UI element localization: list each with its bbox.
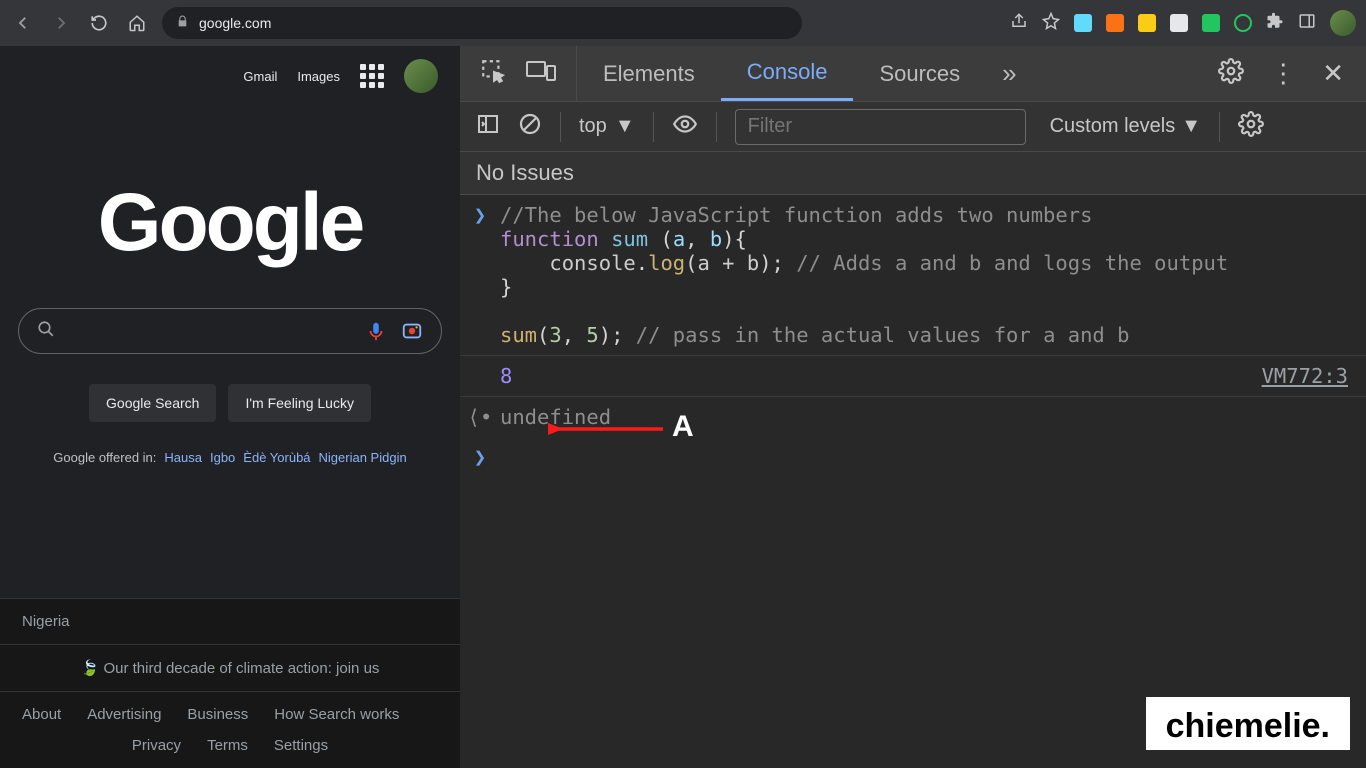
console-input-row: ❯ //The below JavaScript function adds t… bbox=[460, 195, 1366, 356]
lang-link-0[interactable]: Hausa bbox=[164, 450, 202, 465]
issues-bar[interactable]: No Issues bbox=[460, 152, 1366, 195]
live-expression-icon[interactable] bbox=[672, 111, 698, 143]
annotation-arrow bbox=[548, 419, 668, 439]
extension-icon-1[interactable] bbox=[1074, 14, 1092, 32]
footer-privacy[interactable]: Privacy bbox=[132, 737, 181, 754]
lock-icon bbox=[176, 15, 189, 31]
extension-icon-6[interactable] bbox=[1234, 14, 1252, 32]
tab-console[interactable]: Console bbox=[721, 46, 854, 101]
watermark: chiemelie. bbox=[1146, 697, 1350, 750]
devtools-tabs: Elements Console Sources » ⋮ ✕ bbox=[460, 46, 1366, 102]
execution-context-selector[interactable]: top ▼ bbox=[579, 115, 635, 138]
lens-search-icon[interactable] bbox=[401, 320, 423, 342]
footer-region: Nigeria bbox=[0, 598, 460, 644]
bookmark-star-icon[interactable] bbox=[1042, 12, 1060, 35]
footer-about[interactable]: About bbox=[22, 706, 61, 723]
footer-how-search[interactable]: How Search works bbox=[274, 706, 399, 723]
panel-icon[interactable] bbox=[1298, 12, 1316, 35]
search-box[interactable] bbox=[18, 308, 442, 354]
console-body: ❯ //The below JavaScript function adds t… bbox=[460, 195, 1366, 768]
extension-icon-5[interactable] bbox=[1202, 14, 1220, 32]
apps-grid-icon[interactable] bbox=[360, 64, 384, 88]
inspect-element-icon[interactable] bbox=[480, 58, 506, 89]
console-prompt-row[interactable]: ❯ bbox=[460, 437, 1366, 477]
console-output-row: 8 VM772:3 bbox=[460, 356, 1366, 397]
source-link[interactable]: VM772:3 bbox=[1262, 364, 1366, 388]
tab-elements[interactable]: Elements bbox=[577, 46, 721, 101]
code-input[interactable]: //The below JavaScript function adds two… bbox=[500, 203, 1366, 347]
google-search-button[interactable]: Google Search bbox=[89, 384, 216, 422]
devtools-close-icon[interactable]: ✕ bbox=[1322, 58, 1344, 89]
extension-icon-4[interactable] bbox=[1170, 14, 1188, 32]
extension-icon-2[interactable] bbox=[1106, 14, 1124, 32]
devtools: Elements Console Sources » ⋮ ✕ top ▼ bbox=[460, 46, 1366, 768]
lang-link-1[interactable]: Igbo bbox=[210, 450, 235, 465]
extension-icon-3[interactable] bbox=[1138, 14, 1156, 32]
chevron-down-icon: ▼ bbox=[1181, 115, 1201, 138]
footer-settings[interactable]: Settings bbox=[274, 737, 328, 754]
extensions-puzzle-icon[interactable] bbox=[1266, 12, 1284, 35]
devtools-settings-icon[interactable] bbox=[1218, 58, 1244, 89]
console-filter-input[interactable] bbox=[735, 109, 1026, 145]
reload-button[interactable] bbox=[86, 10, 112, 36]
climate-link[interactable]: Our third decade of climate action: join… bbox=[103, 660, 379, 677]
omnibox[interactable]: google.com bbox=[162, 7, 802, 39]
url-text: google.com bbox=[199, 15, 271, 31]
search-icon bbox=[37, 320, 55, 343]
console-sidebar-toggle-icon[interactable] bbox=[476, 112, 500, 142]
tab-more[interactable]: » bbox=[986, 46, 1032, 101]
clear-console-icon[interactable] bbox=[518, 112, 542, 142]
prompt-chevron-icon: ❯ bbox=[474, 203, 486, 227]
leaf-icon: 🍃 bbox=[81, 660, 100, 677]
footer-terms[interactable]: Terms bbox=[207, 737, 248, 754]
console-settings-icon[interactable] bbox=[1238, 111, 1264, 143]
google-header: Gmail Images bbox=[0, 46, 460, 106]
offered-label: Google offered in: bbox=[53, 450, 156, 465]
annotation-label: A bbox=[672, 410, 694, 444]
feeling-lucky-button[interactable]: I'm Feeling Lucky bbox=[228, 384, 371, 422]
footer-advertising[interactable]: Advertising bbox=[87, 706, 161, 723]
device-toggle-icon[interactable] bbox=[526, 58, 556, 89]
console-toolbar: top ▼ Custom levels ▼ bbox=[460, 102, 1366, 152]
share-icon[interactable] bbox=[1010, 12, 1028, 35]
voice-search-icon[interactable] bbox=[365, 320, 387, 342]
google-logo: Google bbox=[98, 176, 362, 270]
google-footer: Nigeria 🍃 Our third decade of climate ac… bbox=[0, 598, 460, 768]
tab-sources[interactable]: Sources bbox=[853, 46, 986, 101]
devtools-menu-icon[interactable]: ⋮ bbox=[1270, 58, 1296, 89]
gmail-link[interactable]: Gmail bbox=[243, 69, 277, 84]
profile-avatar[interactable] bbox=[1330, 10, 1356, 36]
back-button[interactable] bbox=[10, 10, 36, 36]
lang-link-3[interactable]: Nigerian Pidgin bbox=[319, 450, 407, 465]
offered-languages: Google offered in: Hausa Igbo Èdè Yorùbá… bbox=[0, 450, 460, 465]
forward-button[interactable] bbox=[48, 10, 74, 36]
return-chevron-icon: ⟨• bbox=[468, 405, 493, 429]
footer-business[interactable]: Business bbox=[187, 706, 248, 723]
google-page: Gmail Images Google Google Search I'm Fe bbox=[0, 46, 460, 768]
console-output-value: 8 bbox=[500, 364, 512, 388]
account-avatar[interactable] bbox=[404, 59, 438, 93]
lang-link-2[interactable]: Èdè Yorùbá bbox=[243, 450, 310, 465]
chevron-down-icon: ▼ bbox=[615, 115, 635, 138]
log-levels-selector[interactable]: Custom levels ▼ bbox=[1050, 115, 1201, 138]
browser-bar: google.com bbox=[0, 0, 1366, 46]
images-link[interactable]: Images bbox=[297, 69, 340, 84]
home-button[interactable] bbox=[124, 10, 150, 36]
toolbar-icons bbox=[1010, 10, 1356, 36]
prompt-chevron-icon: ❯ bbox=[474, 445, 486, 469]
